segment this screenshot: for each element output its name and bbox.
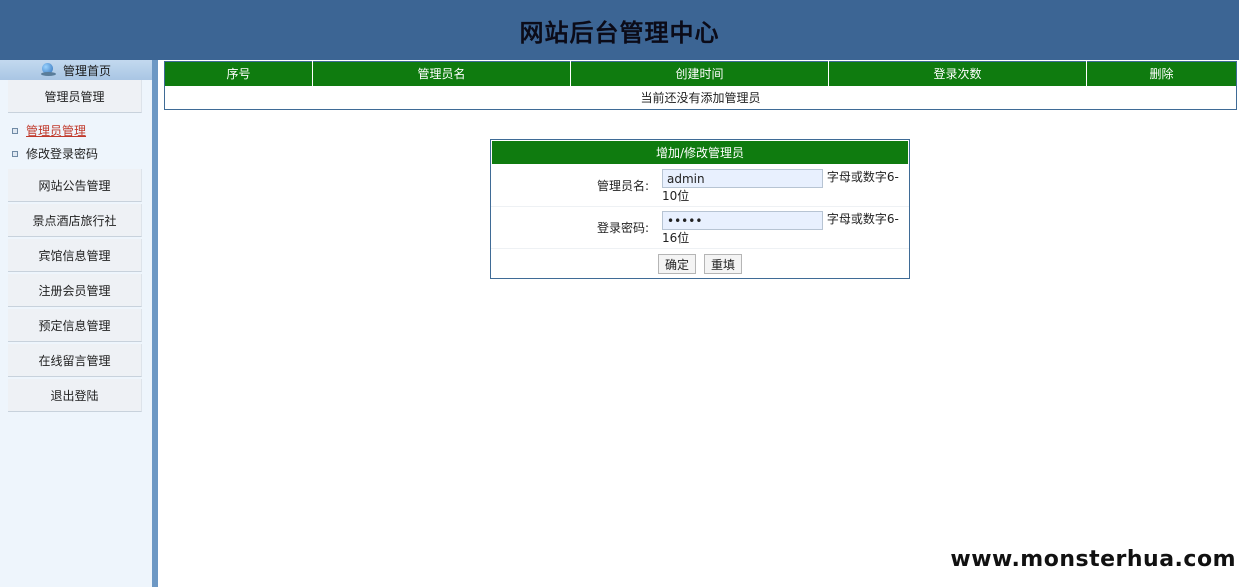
- sidebar-item-members[interactable]: 注册会员管理: [8, 274, 142, 307]
- sidebar-home-label: 管理首页: [62, 63, 111, 78]
- sidebar-item-messages[interactable]: 在线留言管理: [8, 344, 142, 377]
- sidebar-sub-item-admin-manage[interactable]: 管理员管理: [12, 119, 152, 142]
- column-header-delete: 删除: [1086, 61, 1237, 86]
- sidebar-sub-list: 管理员管理 修改登录密码: [0, 115, 152, 169]
- sidebar-item-bookings[interactable]: 预定信息管理: [8, 309, 142, 342]
- form-actions: 确定 重填: [491, 249, 909, 279]
- form-row-password: 登录密码: 字母或数字6-16位: [491, 207, 909, 249]
- table-row: 当前还没有添加管理员: [164, 85, 1237, 110]
- column-header-login-count: 登录次数: [828, 61, 1087, 86]
- confirm-button[interactable]: 确定: [657, 254, 696, 274]
- form-row-username: 管理员名: 字母或数字6-10位: [491, 165, 909, 207]
- page-title: 网站后台管理中心: [519, 18, 720, 47]
- column-header-admin-name: 管理员名: [312, 61, 571, 86]
- sidebar: 管理首页 管理员管理 管理员管理 修改登录密码 网站公告管理 景点酒店旅行社 宾…: [0, 60, 158, 587]
- sidebar-group-admin[interactable]: 管理员管理: [8, 80, 142, 113]
- bullet-icon: [12, 150, 18, 157]
- reset-button[interactable]: 重填: [704, 254, 743, 274]
- sidebar-item-announcements[interactable]: 网站公告管理: [8, 169, 142, 202]
- table-header-row: 序号 管理员名 创建时间 登录次数 删除: [164, 61, 1237, 86]
- password-label: 登录密码:: [596, 221, 649, 235]
- sidebar-home-link[interactable]: 管理首页: [0, 60, 152, 80]
- form-title: 增加/修改管理员: [492, 141, 908, 164]
- admin-form: 增加/修改管理员 管理员名: 字母或数字6-10位 登录密码: 字母或数字6-1…: [490, 139, 910, 279]
- column-header-created-time: 创建时间: [570, 61, 829, 86]
- globe-icon: [40, 63, 57, 77]
- sidebar-item-hotels[interactable]: 宾馆信息管理: [8, 239, 142, 272]
- sidebar-sub-item-label: 管理员管理: [26, 124, 87, 138]
- password-input[interactable]: [662, 211, 823, 230]
- username-label: 管理员名:: [596, 179, 649, 193]
- username-input[interactable]: [662, 169, 823, 188]
- watermark: www.monsterhua.com: [950, 547, 1236, 572]
- sidebar-item-attractions[interactable]: 景点酒店旅行社: [8, 204, 142, 237]
- main-content: 序号 管理员名 创建时间 登录次数 删除 当前还没有添加管理员 增加/修改管理员…: [164, 60, 1239, 587]
- sidebar-sub-item-label: 修改登录密码: [26, 147, 99, 161]
- page-header: 网站后台管理中心: [0, 0, 1239, 60]
- column-header-index: 序号: [164, 61, 313, 86]
- bullet-icon: [12, 127, 18, 134]
- sidebar-item-logout[interactable]: 退出登陆: [8, 379, 142, 412]
- empty-message: 当前还没有添加管理员: [164, 85, 1237, 110]
- sidebar-sub-item-change-password[interactable]: 修改登录密码: [12, 142, 152, 165]
- admin-table: 序号 管理员名 创建时间 登录次数 删除 当前还没有添加管理员: [164, 61, 1237, 110]
